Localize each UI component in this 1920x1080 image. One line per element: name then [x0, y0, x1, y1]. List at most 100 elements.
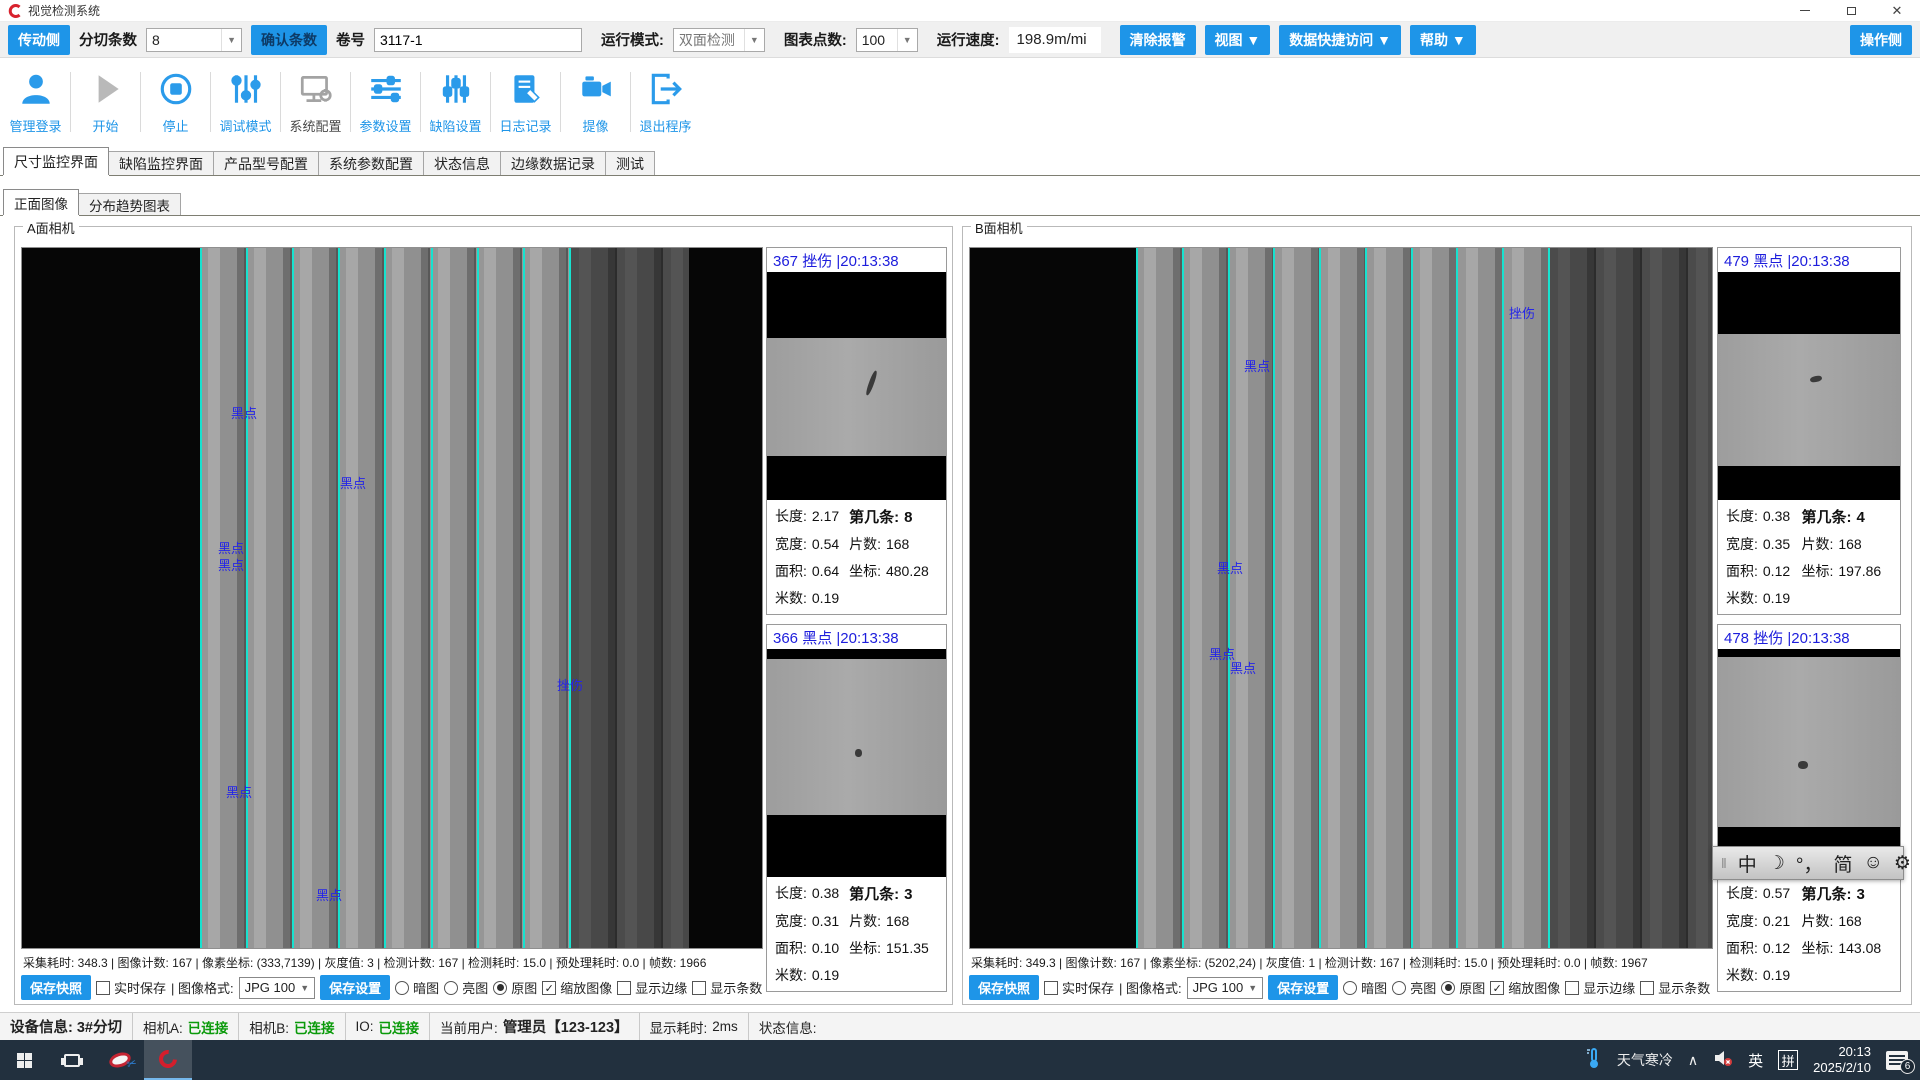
weather-text[interactable]: 天气寒冷	[1617, 1050, 1673, 1070]
tab-size-monitor[interactable]: 尺寸监控界面	[3, 147, 109, 175]
subtab-front-image[interactable]: 正面图像	[3, 189, 79, 215]
help-menu-button[interactable]: 帮助 ▼	[1410, 25, 1476, 55]
snip-tool-button[interactable]	[96, 1040, 144, 1080]
log-book-icon	[507, 70, 545, 113]
image-format-select[interactable]: JPG 100▼	[239, 977, 316, 999]
volume-muted-icon[interactable]	[1713, 1049, 1733, 1071]
capture-image-button[interactable]: 提像	[562, 62, 629, 142]
field-value: 0.31	[812, 913, 839, 929]
show-edge-checkbox[interactable]: 显示边缘	[1565, 978, 1635, 997]
ime-simplified[interactable]: 简	[1833, 850, 1852, 877]
ime-drag-handle[interactable]: ‖	[1721, 855, 1727, 871]
log-record-button[interactable]: 日志记录	[492, 62, 559, 142]
show-edge-checkbox[interactable]: 显示边缘	[617, 978, 687, 997]
save-snapshot-button[interactable]: 保存快照	[21, 975, 91, 1000]
show-strip-count-checkbox[interactable]: 显示条数	[692, 978, 762, 997]
clock[interactable]: 20:13 2025/2/10	[1813, 1044, 1871, 1076]
start-button[interactable]: 开始	[72, 62, 139, 142]
close-button[interactable]: ✕	[1874, 0, 1920, 21]
camera-b-image[interactable]: 黑点 挫伤 黑点 黑点 黑点	[969, 247, 1713, 949]
realtime-save-checkbox[interactable]: 实时保存	[96, 978, 166, 997]
stop-button[interactable]: 停止	[142, 62, 209, 142]
camera-a-image[interactable]: 黑点 黑点 黑点 黑点 挫伤 黑点 黑点	[21, 247, 763, 949]
user-icon	[17, 70, 55, 113]
language-indicator[interactable]: 英	[1748, 1050, 1763, 1071]
run-speed-label: 运行速度:	[937, 29, 1000, 50]
defect-card-header[interactable]: 478 挫伤 |20:13:38	[1718, 625, 1900, 649]
run-speed-value: 198.9m/mi	[1009, 27, 1101, 53]
ime-fullwidth-moon-icon[interactable]: ☽	[1768, 852, 1785, 875]
field-value: 168	[1838, 536, 1861, 552]
tab-edge-data-record[interactable]: 边缘数据记录	[500, 151, 606, 175]
save-snapshot-button[interactable]: 保存快照	[969, 975, 1039, 1000]
zoom-image-checkbox[interactable]: 缩放图像	[1490, 978, 1560, 997]
ribbon-label: 参数设置	[359, 116, 411, 135]
save-settings-button[interactable]: 保存设置	[320, 975, 390, 1000]
dark-image-radio[interactable]: 暗图	[395, 978, 439, 997]
thumb-black-band	[767, 649, 946, 659]
notification-center-icon[interactable]: 6	[1886, 1051, 1908, 1070]
minimize-button[interactable]	[1782, 0, 1828, 21]
subtab-trend-chart[interactable]: 分布趋势图表	[78, 193, 181, 215]
tab-test[interactable]: 测试	[605, 151, 655, 175]
data-quick-access-button[interactable]: 数据快捷访问 ▼	[1279, 25, 1401, 55]
defect-thumbnail[interactable]	[1718, 649, 1900, 877]
dark-image-radio[interactable]: 暗图	[1343, 978, 1387, 997]
original-image-radio[interactable]: 原图	[493, 978, 537, 997]
slit-count-select[interactable]: 8▼	[146, 28, 242, 52]
field-value: 0.54	[812, 536, 839, 552]
chart-points-select[interactable]: 100▼	[856, 28, 918, 52]
bright-image-radio[interactable]: 亮图	[1392, 978, 1436, 997]
defect-card-header[interactable]: 366 黑点 |20:13:38	[767, 625, 946, 649]
defect-card-header[interactable]: 367 挫伤 |20:13:38	[767, 248, 946, 272]
tab-product-model-config[interactable]: 产品型号配置	[213, 151, 319, 175]
maximize-button[interactable]	[1828, 0, 1874, 21]
view-menu-button[interactable]: 视图 ▼	[1205, 25, 1271, 55]
tab-defect-monitor[interactable]: 缺陷监控界面	[108, 151, 214, 175]
ribbon-label: 系统配置	[289, 116, 341, 135]
start-button[interactable]	[0, 1040, 48, 1080]
ime-chinese-mode[interactable]: 中	[1738, 850, 1757, 877]
defect-thumbnail[interactable]	[1718, 272, 1900, 500]
defect-thumbnail[interactable]	[767, 272, 946, 500]
field-value: 168	[1838, 913, 1861, 929]
tab-system-param-config[interactable]: 系统参数配置	[318, 151, 424, 175]
tab-status-info[interactable]: 状态信息	[423, 151, 501, 175]
operator-side-button[interactable]: 操作侧	[1850, 25, 1912, 55]
chart-points-value: 100	[862, 32, 885, 48]
defect-settings-button[interactable]: 缺陷设置	[422, 62, 489, 142]
defect-card-header[interactable]: 479 黑点 |20:13:38	[1718, 248, 1900, 272]
ime-punctuation[interactable]: °，	[1796, 850, 1823, 877]
image-format-select[interactable]: JPG 100▼	[1187, 977, 1264, 999]
show-strip-count-checkbox[interactable]: 显示条数	[1640, 978, 1710, 997]
ime-settings-gear-icon[interactable]: ⚙	[1894, 852, 1911, 875]
debug-sliders-icon	[227, 70, 265, 113]
drive-side-button[interactable]: 传动侧	[8, 25, 70, 55]
clear-alarm-button[interactable]: 清除报警	[1120, 25, 1196, 55]
field-label: 长度:	[775, 883, 807, 903]
field-value: 3	[904, 886, 912, 903]
debug-mode-button[interactable]: 调试模式	[212, 62, 279, 142]
run-mode-select[interactable]: 双面检测▼	[673, 28, 765, 52]
realtime-save-checkbox[interactable]: 实时保存	[1044, 978, 1114, 997]
admin-login-button[interactable]: 管理登录	[2, 62, 69, 142]
task-view-button[interactable]	[48, 1040, 96, 1080]
vision-app-taskbar-button[interactable]	[144, 1040, 192, 1080]
tray-expand-chevron-icon[interactable]: ∧	[1688, 1052, 1698, 1069]
original-image-radio[interactable]: 原图	[1441, 978, 1485, 997]
ime-emoji-icon[interactable]: ☺	[1863, 852, 1882, 874]
param-settings-button[interactable]: 参数设置	[352, 62, 419, 142]
thumb-black-band	[1718, 272, 1900, 334]
confirm-count-button[interactable]: 确认条数	[251, 25, 327, 55]
defect-thumbnail[interactable]	[767, 649, 946, 877]
system-config-button[interactable]: 系统配置	[282, 62, 349, 142]
zoom-image-checkbox[interactable]: 缩放图像	[542, 978, 612, 997]
ime-pinyin-indicator[interactable]: 拼	[1778, 1050, 1798, 1070]
save-settings-button[interactable]: 保存设置	[1268, 975, 1338, 1000]
camera-a-conn-label: 相机A:	[143, 1017, 183, 1037]
exit-program-button[interactable]: 退出程序	[632, 62, 699, 142]
roll-no-input[interactable]	[374, 28, 582, 52]
chevron-down-icon: ▼	[221, 29, 241, 51]
system-tray: 天气寒冷 ∧ 英 拼 20:13 2025/2/10 6	[1586, 1044, 1920, 1076]
bright-image-radio[interactable]: 亮图	[444, 978, 488, 997]
